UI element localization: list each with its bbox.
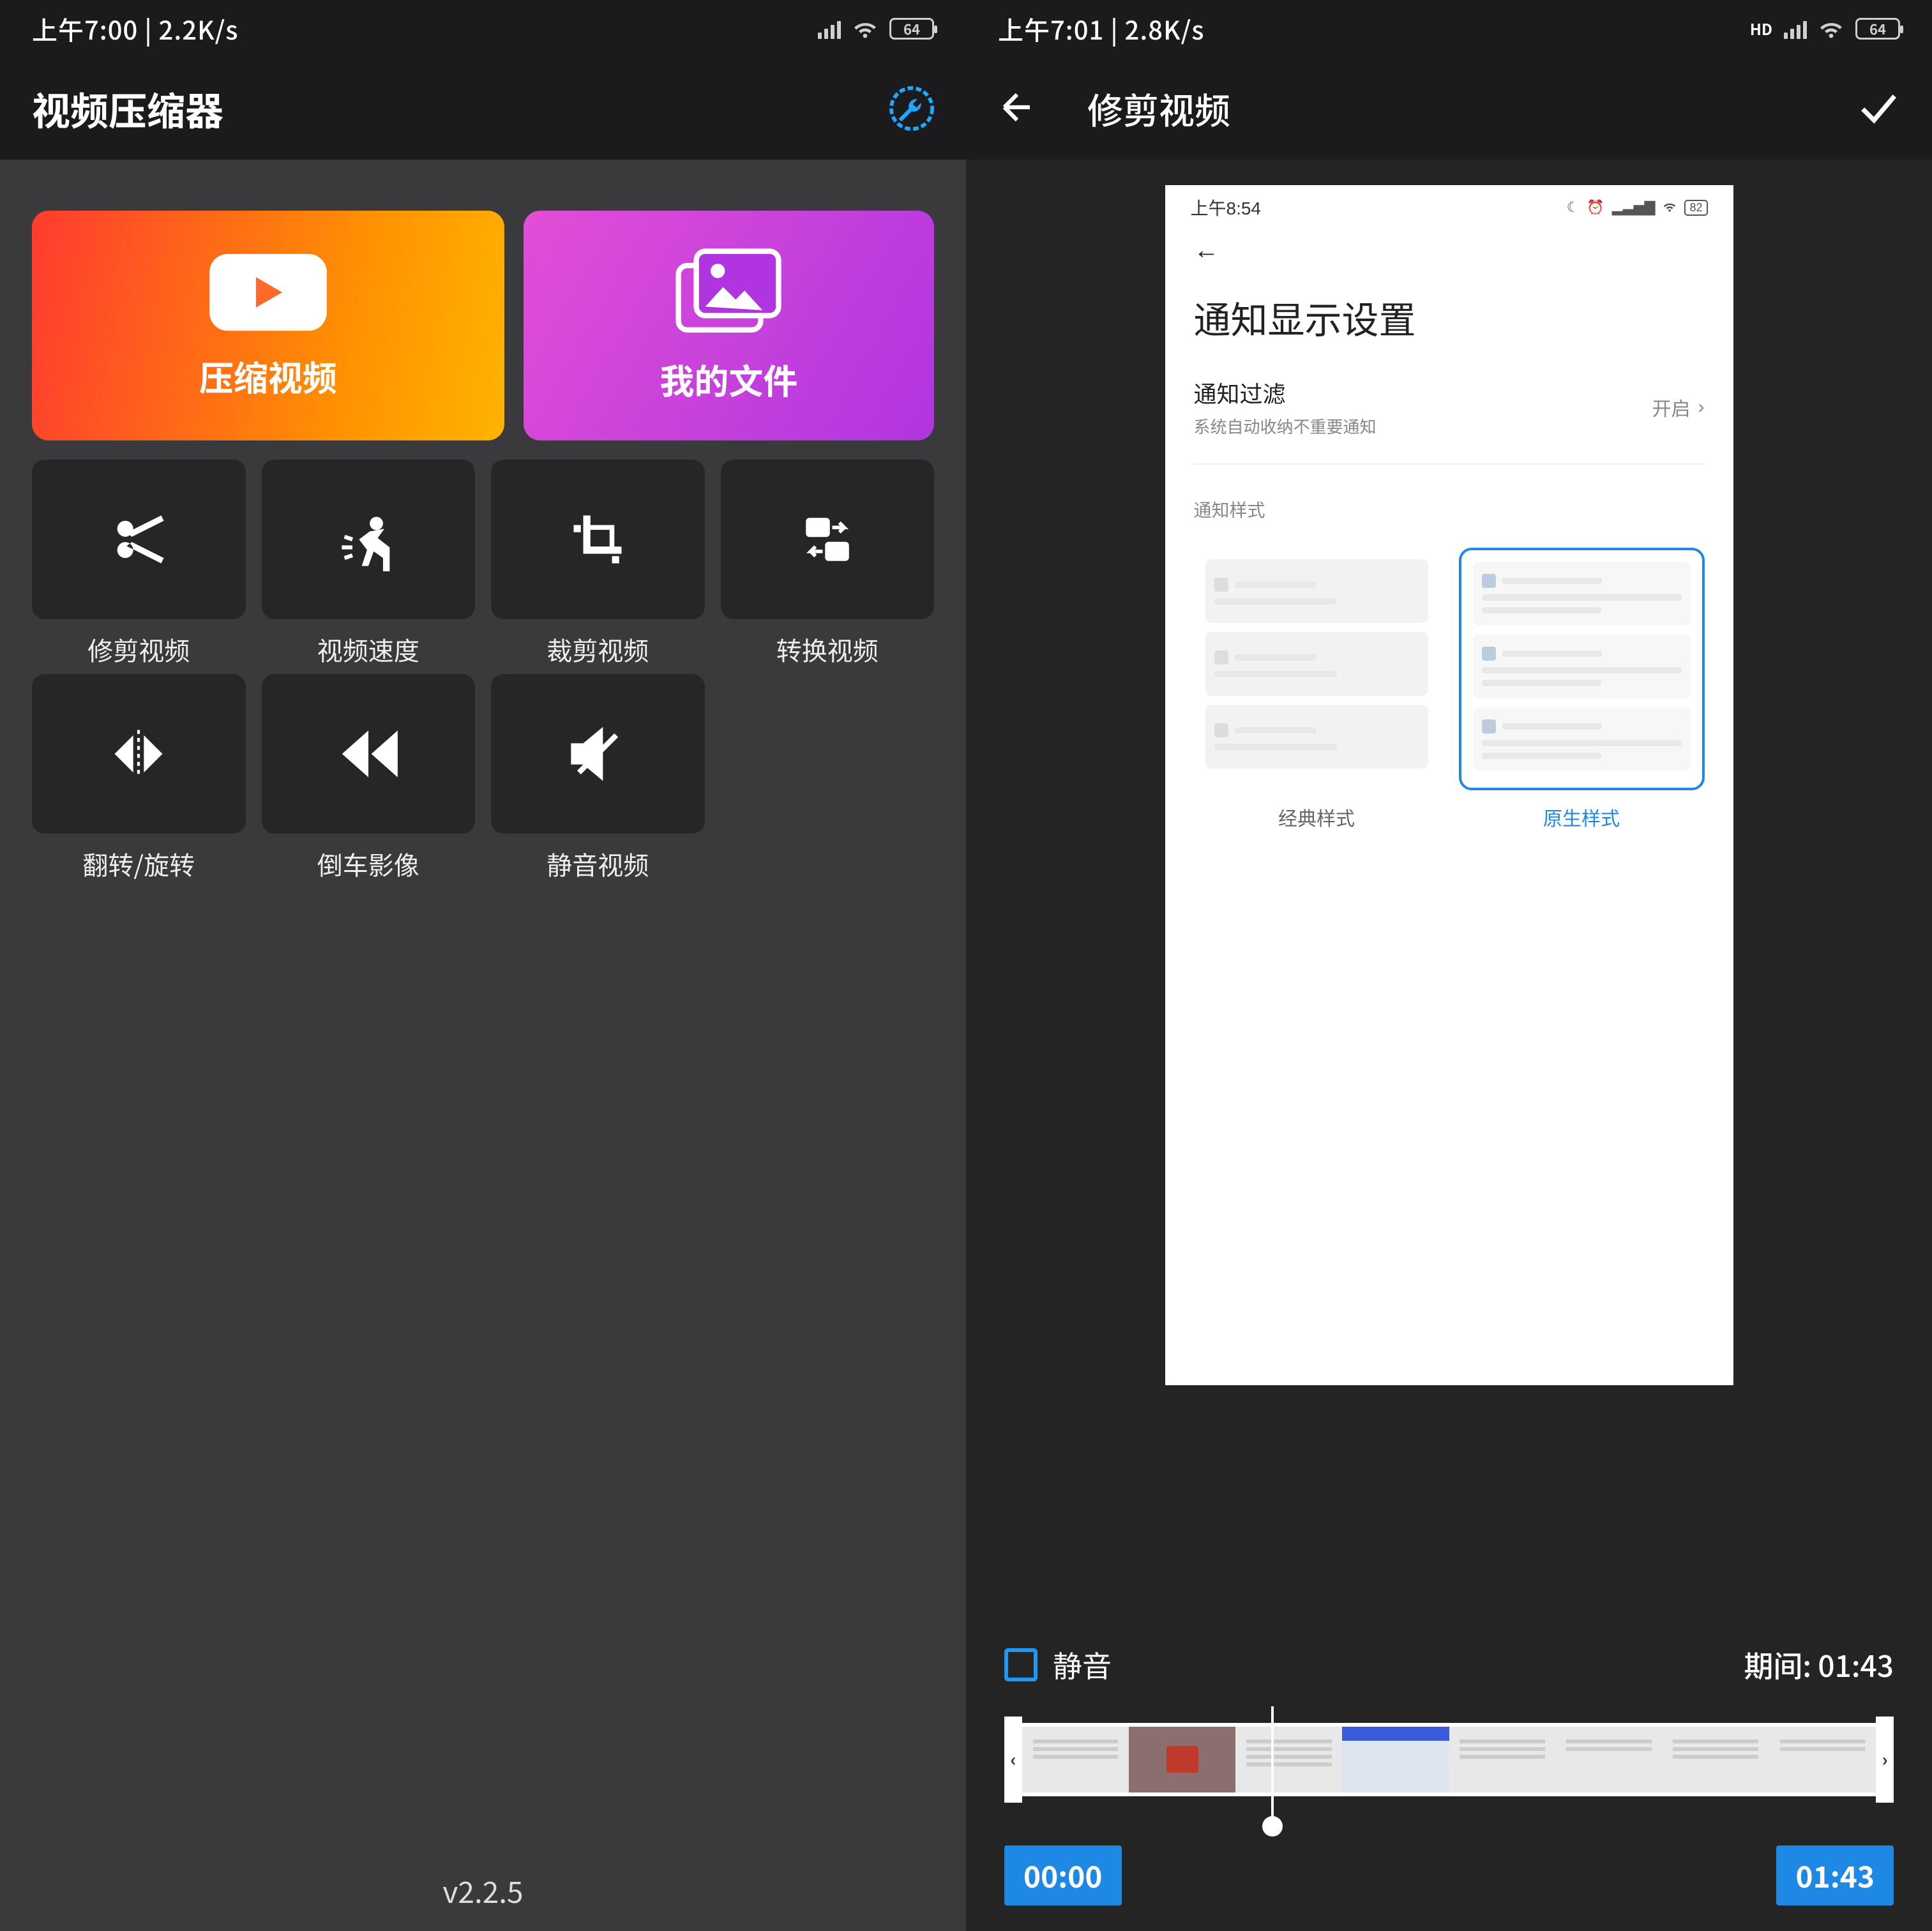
back-button[interactable]	[998, 88, 1036, 130]
trim-video-tile[interactable]: 修剪视频	[32, 460, 246, 668]
compress-video-card[interactable]: 压缩视频	[32, 211, 504, 440]
convert-icon	[799, 511, 856, 568]
hd-icon: HD	[1750, 21, 1772, 36]
duration-label: 期间: 01:43	[1744, 1644, 1894, 1686]
style-classic-label: 经典样式	[1278, 803, 1355, 831]
reverse-label: 倒车影像	[317, 845, 419, 882]
moon-icon: ☾	[1567, 199, 1580, 216]
status-time: 上午7:01 | 2.8K/s	[998, 10, 1204, 47]
flip-rotate-tile[interactable]: 翻转/旋转	[32, 674, 246, 882]
crop-video-tile[interactable]: 裁剪视频	[491, 460, 705, 668]
compress-label: 压缩视频	[199, 350, 337, 401]
preview-screen: 上午8:54 ☾ ⏰ ▂▃▅▇ 82 ← 通知显示设置 通知过滤 系统自动收纳不…	[1165, 185, 1733, 1385]
battery-icon: 64	[889, 18, 934, 40]
end-time-chip[interactable]: 01:43	[1776, 1845, 1894, 1905]
version-label: v2.2.5	[0, 1870, 966, 1912]
preview-status-icons: ☾ ⏰ ▂▃▅▇ 82	[1567, 199, 1708, 216]
preview-battery: 82	[1684, 200, 1707, 216]
alarm-icon: ⏰	[1587, 199, 1604, 216]
preview-time: 上午8:54	[1191, 195, 1262, 220]
preview-row-title: 通知过滤	[1194, 376, 1377, 409]
signal-small-icon: ▂▃▅▇	[1612, 199, 1656, 216]
handle-right[interactable]: ›	[1876, 1717, 1894, 1803]
preview-filter-row: 通知过滤 系统自动收纳不重要通知 开启 ›	[1165, 370, 1733, 463]
wifi-small-icon	[1663, 199, 1677, 216]
page-title: 修剪视频	[1062, 83, 1830, 135]
mute-checkbox[interactable]	[1004, 1648, 1038, 1681]
battery-icon: 64	[1855, 18, 1900, 40]
rewind-icon	[333, 719, 404, 789]
preview-divider	[1194, 463, 1705, 465]
timeline-thumbnails[interactable]	[1022, 1723, 1876, 1796]
crop-icon	[569, 511, 626, 568]
style-native-label: 原生样式	[1543, 803, 1620, 831]
flip-label: 翻转/旋转	[82, 845, 195, 882]
preview-back-icon: ←	[1165, 230, 1733, 271]
my-files-card[interactable]: 我的文件	[524, 211, 934, 440]
flip-icon	[107, 722, 170, 786]
files-label: 我的文件	[660, 354, 797, 404]
preview-title: 通知显示设置	[1165, 271, 1733, 370]
main-grid: 压缩视频 我的文件 修剪视频 视频速度	[0, 160, 966, 882]
video-speed-tile[interactable]: 视频速度	[262, 460, 476, 668]
scissors-icon	[107, 507, 170, 571]
preview-section-label: 通知样式	[1165, 497, 1733, 548]
video-preview: 上午8:54 ☾ ⏰ ▂▃▅▇ 82 ← 通知显示设置 通知过滤 系统自动收纳不…	[966, 160, 1932, 1411]
status-indicators: HD 64	[1750, 10, 1900, 47]
signal-icon	[818, 19, 841, 39]
app-title: 视频压缩器	[32, 81, 223, 137]
phone-left: 上午7:00 | 2.2K/s 64 视频压缩器 压缩视频	[0, 0, 966, 1931]
phone-right: 上午7:01 | 2.8K/s HD 64 修剪视频 上午8:54 ☾ ⏰	[966, 0, 1932, 1931]
preview-status-bar: 上午8:54 ☾ ⏰ ▂▃▅▇ 82	[1165, 185, 1733, 230]
confirm-button[interactable]	[1855, 85, 1900, 133]
wifi-icon	[1818, 10, 1844, 47]
status-bar: 上午7:00 | 2.2K/s 64	[0, 0, 966, 57]
crop-label: 裁剪视频	[547, 631, 649, 668]
start-time-chip[interactable]: 00:00	[1004, 1845, 1122, 1905]
preview-row-sub: 系统自动收纳不重要通知	[1194, 414, 1377, 438]
style-native: 原生样式	[1459, 548, 1705, 831]
chevron-right-icon: ›	[1698, 396, 1705, 418]
preview-row-value: 开启	[1652, 393, 1691, 421]
reverse-video-tile[interactable]: 倒车影像	[262, 674, 476, 882]
trim-label: 修剪视频	[87, 631, 190, 668]
speed-icon	[336, 507, 400, 571]
speed-label: 视频速度	[317, 631, 419, 668]
mute-label: 静音视频	[547, 845, 649, 882]
trim-timeline[interactable]: ‹ ›	[1004, 1711, 1894, 1807]
mute-icon	[566, 722, 630, 786]
settings-icon[interactable]	[889, 86, 934, 131]
convert-video-tile[interactable]: 转换视频	[721, 460, 935, 668]
mute-checkbox-label: 静音	[1053, 1644, 1112, 1686]
playhead[interactable]	[1271, 1706, 1274, 1825]
convert-label: 转换视频	[776, 631, 879, 668]
appbar: 视频压缩器	[0, 57, 966, 160]
trim-controls: 静音 期间: 01:43 ‹ › 00:	[966, 1644, 1932, 1931]
wifi-icon	[852, 10, 878, 47]
mute-video-tile[interactable]: 静音视频	[491, 674, 705, 882]
appbar: 修剪视频	[966, 57, 1932, 160]
status-indicators: 64	[818, 10, 934, 47]
handle-left[interactable]: ‹	[1004, 1717, 1022, 1803]
gallery-icon	[674, 248, 783, 337]
status-time: 上午7:00 | 2.2K/s	[32, 10, 238, 47]
video-icon	[208, 251, 329, 334]
status-bar: 上午7:01 | 2.8K/s HD 64	[966, 0, 1932, 57]
style-classic: 经典样式	[1194, 548, 1440, 831]
signal-icon	[1784, 19, 1807, 39]
